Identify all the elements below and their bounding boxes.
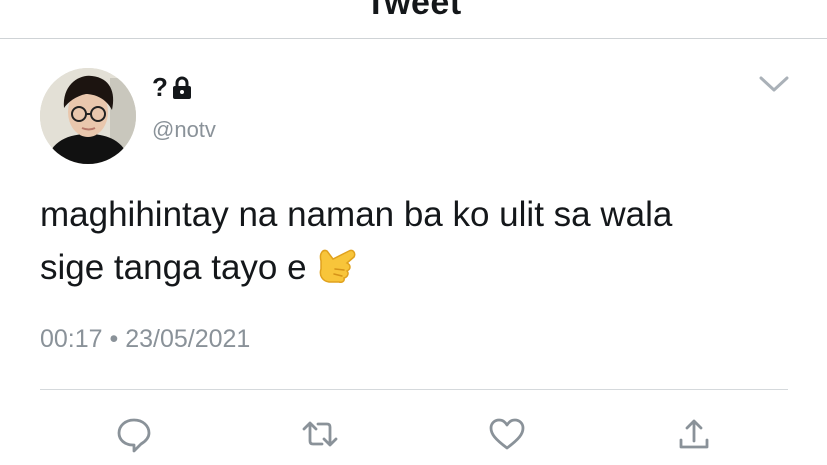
divider xyxy=(40,389,788,390)
share-button[interactable] xyxy=(674,414,714,454)
call-me-hand-emoji-icon xyxy=(319,249,355,283)
page-title: Tweet xyxy=(365,0,462,22)
display-name-text: ? xyxy=(152,72,168,102)
reply-button[interactable] xyxy=(114,414,154,454)
tweet-line-1: maghihintay na naman ba ko ulit sa wala xyxy=(40,195,673,234)
lock-icon xyxy=(172,76,191,99)
tweet-time: 00:17 xyxy=(40,325,103,353)
tweet-line-2: sige tanga tayo e xyxy=(40,248,307,287)
tweet-meta: 00:17 • 23/05/2021 xyxy=(40,325,250,354)
tweet-date: 23/05/2021 xyxy=(125,325,251,353)
top-bar: Tweet xyxy=(0,0,827,39)
avatar[interactable] xyxy=(40,68,136,164)
user-handle[interactable]: @notv xyxy=(152,117,216,143)
reply-icon xyxy=(117,418,151,453)
like-button[interactable] xyxy=(487,414,527,454)
chevron-down-icon[interactable] xyxy=(758,74,790,94)
heart-icon xyxy=(489,418,525,450)
retweet-icon xyxy=(302,421,338,447)
share-icon xyxy=(679,419,709,449)
retweet-button[interactable] xyxy=(300,414,340,454)
display-name[interactable]: ? xyxy=(152,72,194,103)
tweet-text: maghihintay na naman ba ko ulit sa wala … xyxy=(40,188,800,294)
meta-separator: • xyxy=(109,325,126,353)
